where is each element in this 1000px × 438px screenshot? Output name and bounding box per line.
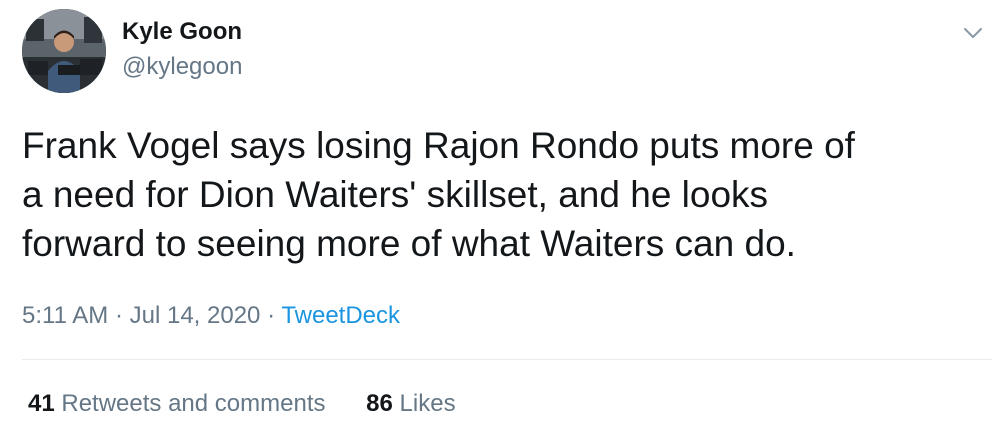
retweets-stat[interactable]: 41 Retweets and comments: [28, 390, 326, 418]
tweet-text: Frank Vogel says losing Rajon Rondo puts…: [22, 125, 855, 264]
tweet-stats: 41 Retweets and comments 86 Likes: [28, 390, 456, 418]
avatar[interactable]: [22, 9, 106, 93]
chevron-down-icon[interactable]: [958, 18, 988, 48]
meta-separator: ·: [267, 302, 276, 329]
tweet-source-link[interactable]: TweetDeck: [281, 302, 400, 329]
likes-label: Likes: [399, 390, 456, 417]
tweet-date[interactable]: Jul 14, 2020: [130, 302, 261, 329]
meta-separator: ·: [114, 302, 123, 329]
tweet-card: Kyle Goon @kylegoon Frank Vogel says los…: [0, 0, 1000, 438]
divider: [22, 359, 992, 360]
likes-count: 86: [366, 390, 393, 417]
tweet-time[interactable]: 5:11 AM: [22, 302, 108, 329]
avatar-image: [22, 9, 106, 93]
tweet-meta: 5:11 AM · Jul 14, 2020 · TweetDeck: [22, 302, 400, 330]
retweets-count: 41: [28, 390, 55, 417]
likes-stat[interactable]: 86 Likes: [366, 390, 455, 418]
user-handle[interactable]: @kylegoon: [122, 53, 242, 81]
retweets-label: Retweets and comments: [61, 390, 326, 417]
display-name[interactable]: Kyle Goon: [122, 18, 242, 46]
